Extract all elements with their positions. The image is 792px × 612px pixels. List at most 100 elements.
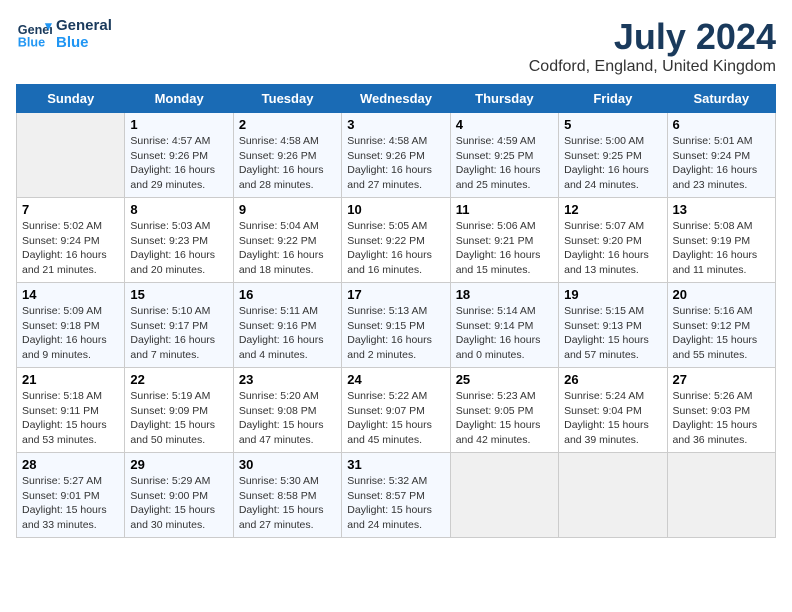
calendar-header: SundayMondayTuesdayWednesdayThursdayFrid…: [17, 85, 776, 113]
header-day-wednesday: Wednesday: [342, 85, 450, 113]
calendar-cell: 15 Sunrise: 5:10 AM Sunset: 9:17 PM Dayl…: [125, 283, 233, 368]
day-number: 14: [22, 287, 119, 302]
week-row-3: 14 Sunrise: 5:09 AM Sunset: 9:18 PM Dayl…: [17, 283, 776, 368]
calendar-cell: 6 Sunrise: 5:01 AM Sunset: 9:24 PM Dayli…: [667, 113, 775, 198]
day-info: Sunrise: 5:19 AM Sunset: 9:09 PM Dayligh…: [130, 389, 227, 448]
calendar-cell: 27 Sunrise: 5:26 AM Sunset: 9:03 PM Dayl…: [667, 368, 775, 453]
calendar-cell: 18 Sunrise: 5:14 AM Sunset: 9:14 PM Dayl…: [450, 283, 558, 368]
day-number: 7: [22, 202, 119, 217]
day-number: 31: [347, 457, 444, 472]
calendar-cell: [559, 453, 667, 538]
day-info: Sunrise: 5:08 AM Sunset: 9:19 PM Dayligh…: [673, 219, 770, 278]
day-number: 21: [22, 372, 119, 387]
day-info: Sunrise: 4:59 AM Sunset: 9:25 PM Dayligh…: [456, 134, 553, 193]
day-info: Sunrise: 5:29 AM Sunset: 9:00 PM Dayligh…: [130, 474, 227, 533]
calendar-cell: 21 Sunrise: 5:18 AM Sunset: 9:11 PM Dayl…: [17, 368, 125, 453]
day-number: 17: [347, 287, 444, 302]
calendar-cell: 5 Sunrise: 5:00 AM Sunset: 9:25 PM Dayli…: [559, 113, 667, 198]
day-info: Sunrise: 5:26 AM Sunset: 9:03 PM Dayligh…: [673, 389, 770, 448]
day-info: Sunrise: 5:23 AM Sunset: 9:05 PM Dayligh…: [456, 389, 553, 448]
day-info: Sunrise: 5:01 AM Sunset: 9:24 PM Dayligh…: [673, 134, 770, 193]
calendar-cell: 14 Sunrise: 5:09 AM Sunset: 9:18 PM Dayl…: [17, 283, 125, 368]
calendar-cell: 26 Sunrise: 5:24 AM Sunset: 9:04 PM Dayl…: [559, 368, 667, 453]
day-info: Sunrise: 5:06 AM Sunset: 9:21 PM Dayligh…: [456, 219, 553, 278]
day-info: Sunrise: 5:07 AM Sunset: 9:20 PM Dayligh…: [564, 219, 661, 278]
day-info: Sunrise: 5:18 AM Sunset: 9:11 PM Dayligh…: [22, 389, 119, 448]
header-row: SundayMondayTuesdayWednesdayThursdayFrid…: [17, 85, 776, 113]
day-number: 27: [673, 372, 770, 387]
day-number: 13: [673, 202, 770, 217]
calendar-cell: [667, 453, 775, 538]
day-number: 16: [239, 287, 336, 302]
header-day-tuesday: Tuesday: [233, 85, 341, 113]
day-number: 8: [130, 202, 227, 217]
day-number: 2: [239, 117, 336, 132]
day-info: Sunrise: 5:30 AM Sunset: 8:58 PM Dayligh…: [239, 474, 336, 533]
calendar-cell: 17 Sunrise: 5:13 AM Sunset: 9:15 PM Dayl…: [342, 283, 450, 368]
calendar-title: July 2024: [529, 16, 776, 58]
week-row-1: 1 Sunrise: 4:57 AM Sunset: 9:26 PM Dayli…: [17, 113, 776, 198]
day-info: Sunrise: 5:27 AM Sunset: 9:01 PM Dayligh…: [22, 474, 119, 533]
week-row-5: 28 Sunrise: 5:27 AM Sunset: 9:01 PM Dayl…: [17, 453, 776, 538]
day-number: 5: [564, 117, 661, 132]
day-info: Sunrise: 5:15 AM Sunset: 9:13 PM Dayligh…: [564, 304, 661, 363]
day-number: 18: [456, 287, 553, 302]
calendar-cell: 3 Sunrise: 4:58 AM Sunset: 9:26 PM Dayli…: [342, 113, 450, 198]
day-number: 19: [564, 287, 661, 302]
day-number: 10: [347, 202, 444, 217]
day-number: 26: [564, 372, 661, 387]
day-info: Sunrise: 5:05 AM Sunset: 9:22 PM Dayligh…: [347, 219, 444, 278]
day-number: 23: [239, 372, 336, 387]
day-number: 12: [564, 202, 661, 217]
day-number: 20: [673, 287, 770, 302]
calendar-cell: 9 Sunrise: 5:04 AM Sunset: 9:22 PM Dayli…: [233, 198, 341, 283]
calendar-cell: 16 Sunrise: 5:11 AM Sunset: 9:16 PM Dayl…: [233, 283, 341, 368]
day-info: Sunrise: 5:02 AM Sunset: 9:24 PM Dayligh…: [22, 219, 119, 278]
logo-blue: Blue: [56, 34, 112, 51]
calendar-cell: 10 Sunrise: 5:05 AM Sunset: 9:22 PM Dayl…: [342, 198, 450, 283]
header: General Blue General Blue July 2024 Codf…: [16, 16, 776, 76]
calendar-cell: 13 Sunrise: 5:08 AM Sunset: 9:19 PM Dayl…: [667, 198, 775, 283]
calendar-cell: 4 Sunrise: 4:59 AM Sunset: 9:25 PM Dayli…: [450, 113, 558, 198]
header-day-friday: Friday: [559, 85, 667, 113]
calendar-cell: [17, 113, 125, 198]
day-info: Sunrise: 5:11 AM Sunset: 9:16 PM Dayligh…: [239, 304, 336, 363]
day-info: Sunrise: 5:13 AM Sunset: 9:15 PM Dayligh…: [347, 304, 444, 363]
calendar-cell: 11 Sunrise: 5:06 AM Sunset: 9:21 PM Dayl…: [450, 198, 558, 283]
header-day-monday: Monday: [125, 85, 233, 113]
calendar-cell: 22 Sunrise: 5:19 AM Sunset: 9:09 PM Dayl…: [125, 368, 233, 453]
header-day-saturday: Saturday: [667, 85, 775, 113]
calendar-table: SundayMondayTuesdayWednesdayThursdayFrid…: [16, 84, 776, 538]
header-day-thursday: Thursday: [450, 85, 558, 113]
calendar-cell: 31 Sunrise: 5:32 AM Sunset: 8:57 PM Dayl…: [342, 453, 450, 538]
day-number: 3: [347, 117, 444, 132]
logo-general: General: [56, 17, 112, 34]
calendar-cell: 1 Sunrise: 4:57 AM Sunset: 9:26 PM Dayli…: [125, 113, 233, 198]
day-info: Sunrise: 5:32 AM Sunset: 8:57 PM Dayligh…: [347, 474, 444, 533]
calendar-cell: 2 Sunrise: 4:58 AM Sunset: 9:26 PM Dayli…: [233, 113, 341, 198]
calendar-cell: 12 Sunrise: 5:07 AM Sunset: 9:20 PM Dayl…: [559, 198, 667, 283]
day-info: Sunrise: 5:10 AM Sunset: 9:17 PM Dayligh…: [130, 304, 227, 363]
day-info: Sunrise: 5:03 AM Sunset: 9:23 PM Dayligh…: [130, 219, 227, 278]
logo-icon: General Blue: [16, 16, 52, 52]
day-info: Sunrise: 4:58 AM Sunset: 9:26 PM Dayligh…: [347, 134, 444, 193]
day-number: 30: [239, 457, 336, 472]
title-block: July 2024 Codford, England, United Kingd…: [529, 16, 776, 76]
calendar-cell: 8 Sunrise: 5:03 AM Sunset: 9:23 PM Dayli…: [125, 198, 233, 283]
day-number: 24: [347, 372, 444, 387]
day-number: 6: [673, 117, 770, 132]
calendar-cell: [450, 453, 558, 538]
day-number: 29: [130, 457, 227, 472]
week-row-2: 7 Sunrise: 5:02 AM Sunset: 9:24 PM Dayli…: [17, 198, 776, 283]
day-number: 4: [456, 117, 553, 132]
day-info: Sunrise: 5:20 AM Sunset: 9:08 PM Dayligh…: [239, 389, 336, 448]
calendar-cell: 29 Sunrise: 5:29 AM Sunset: 9:00 PM Dayl…: [125, 453, 233, 538]
calendar-cell: 30 Sunrise: 5:30 AM Sunset: 8:58 PM Dayl…: [233, 453, 341, 538]
calendar-cell: 25 Sunrise: 5:23 AM Sunset: 9:05 PM Dayl…: [450, 368, 558, 453]
svg-text:Blue: Blue: [18, 36, 45, 50]
day-info: Sunrise: 5:14 AM Sunset: 9:14 PM Dayligh…: [456, 304, 553, 363]
day-number: 25: [456, 372, 553, 387]
calendar-cell: 7 Sunrise: 5:02 AM Sunset: 9:24 PM Dayli…: [17, 198, 125, 283]
calendar-subtitle: Codford, England, United Kingdom: [529, 58, 776, 76]
day-info: Sunrise: 5:00 AM Sunset: 9:25 PM Dayligh…: [564, 134, 661, 193]
